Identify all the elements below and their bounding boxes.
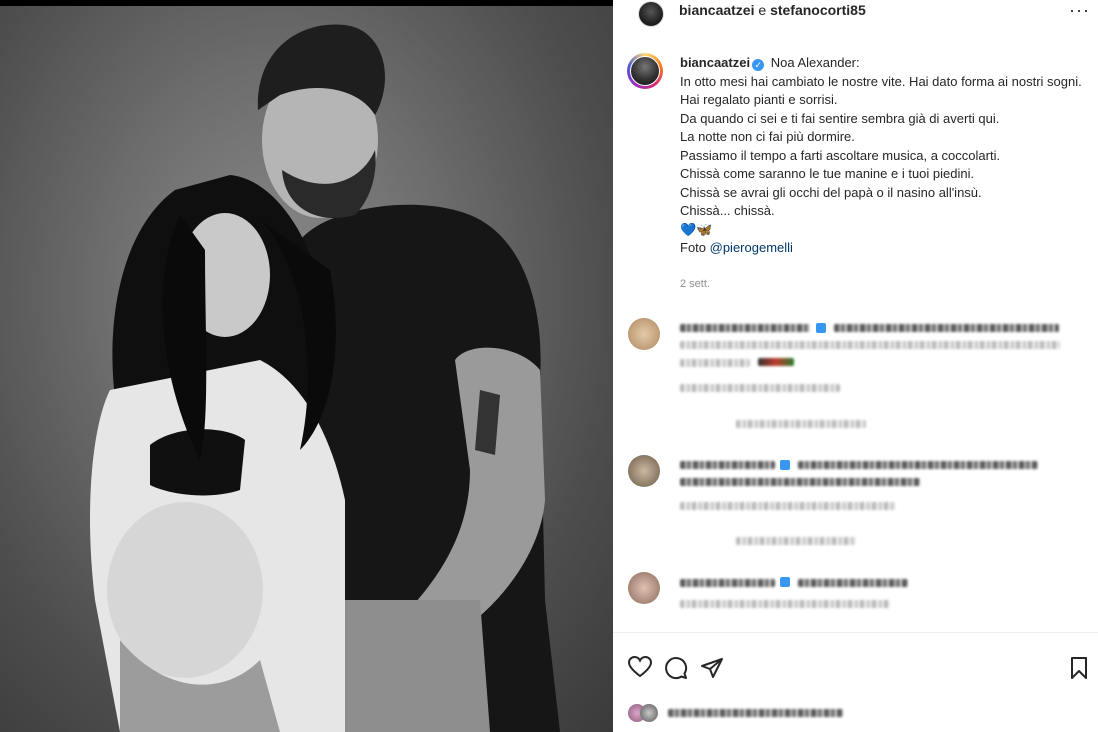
author-username[interactable]: biancaatzei bbox=[679, 2, 754, 18]
comment-username-blurred bbox=[680, 579, 775, 587]
post-time-ago[interactable]: 2 sett. bbox=[680, 278, 710, 290]
photo-credit: Foto @pierogemelli bbox=[680, 239, 1090, 258]
comment-meta-blurred bbox=[680, 502, 895, 510]
verified-badge-icon bbox=[816, 323, 826, 333]
comment-text-blurred bbox=[798, 579, 908, 587]
caption-line-5: Passiamo il tempo a farti ascoltare musi… bbox=[680, 147, 1001, 163]
photo-credit-prefix: Foto bbox=[680, 240, 710, 255]
comment-username-blurred bbox=[680, 324, 810, 332]
comment-text-blurred bbox=[680, 478, 920, 486]
caption-avatar[interactable] bbox=[627, 53, 663, 89]
verified-badge-icon: ✓ bbox=[752, 59, 765, 71]
comment-icon[interactable] bbox=[664, 656, 688, 686]
comment-avatar[interactable] bbox=[628, 455, 660, 487]
verified-badge-icon bbox=[780, 577, 790, 587]
heart-icon[interactable] bbox=[627, 655, 653, 684]
bookmark-icon[interactable] bbox=[1068, 656, 1090, 686]
flag-emoji-blurred bbox=[758, 358, 794, 366]
caption-line-7: Chissà se avrai gli occhi del papà o il … bbox=[680, 184, 982, 200]
likes-text-blurred bbox=[668, 709, 843, 717]
authors-joiner: e bbox=[754, 2, 771, 18]
post-action-bar bbox=[627, 655, 1093, 686]
liker-avatar bbox=[640, 704, 658, 722]
blue-heart-emoji: 💙 bbox=[680, 221, 697, 237]
caption-line-8: Chissà... chissà. bbox=[680, 203, 775, 218]
butterfly-emoji: 🦋 bbox=[696, 221, 713, 237]
caption-line-0: Noa Alexander: bbox=[770, 55, 860, 70]
post-header: biancaatzei e stefanocorti85 ··· bbox=[613, 0, 1098, 30]
caption-line-1: In otto mesi hai cambiato le nostre vite… bbox=[680, 73, 1082, 89]
post-detail-panel: biancaatzei e stefanocorti85 ··· biancaa… bbox=[613, 0, 1098, 732]
photographer-mention-link[interactable]: @pierogemelli bbox=[710, 240, 793, 255]
comment-username-blurred bbox=[680, 461, 775, 469]
comment-meta-blurred bbox=[680, 384, 840, 392]
verified-badge-icon bbox=[780, 460, 790, 470]
caption-line-4: La notte non ci fai più dormire. bbox=[680, 129, 855, 144]
comment-text-blurred bbox=[798, 461, 1038, 469]
send-icon[interactable] bbox=[700, 656, 724, 686]
comment-meta-blurred bbox=[680, 600, 890, 608]
couple-photo-illustration bbox=[90, 24, 560, 732]
likes-summary[interactable] bbox=[628, 702, 928, 724]
coauthor-username[interactable]: stefanocorti85 bbox=[770, 2, 866, 18]
view-replies-blurred[interactable] bbox=[736, 537, 856, 545]
view-replies-blurred[interactable] bbox=[736, 420, 866, 428]
caption-username[interactable]: biancaatzei bbox=[680, 55, 750, 70]
comment-text-blurred bbox=[680, 341, 1060, 349]
post-authors: biancaatzei e stefanocorti85 bbox=[679, 2, 866, 18]
author-avatar[interactable] bbox=[638, 1, 664, 27]
comment-text-blurred bbox=[680, 359, 750, 367]
post-photo[interactable] bbox=[0, 0, 613, 732]
comment-text-blurred bbox=[834, 324, 1059, 332]
caption-line-2: Hai regalato pianti e sorrisi. bbox=[680, 92, 838, 107]
caption-line-3: Da quando ci sei e ti fai sentire sembra… bbox=[680, 110, 1000, 126]
comment-avatar[interactable] bbox=[628, 318, 660, 350]
more-options-icon[interactable]: ··· bbox=[1069, 0, 1090, 21]
comment-avatar[interactable] bbox=[628, 572, 660, 604]
caption-text: biancaatzei ✓ Noa Alexander: In otto mesi… bbox=[680, 54, 1090, 258]
caption-emoji: 💙🦋 bbox=[680, 221, 1090, 240]
caption-line-6: Chissà come saranno le tue manine e i tu… bbox=[680, 166, 975, 181]
actions-divider bbox=[613, 632, 1098, 633]
